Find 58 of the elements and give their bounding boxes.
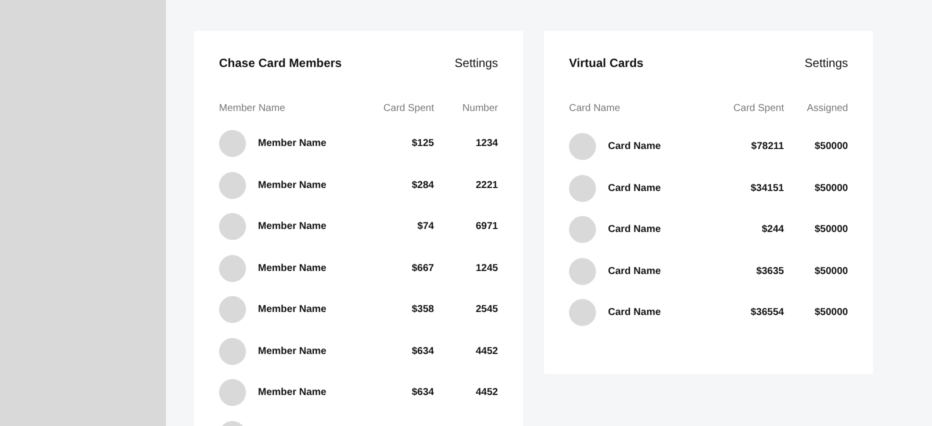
spent-cell-text: $244 bbox=[760, 223, 784, 237]
column-header: Assigned bbox=[806, 102, 848, 116]
row-name: Member Name bbox=[258, 262, 328, 276]
value-cell-text: $50000 bbox=[814, 306, 848, 320]
column-header: Card Spent bbox=[732, 102, 784, 116]
avatar bbox=[219, 254, 246, 282]
value-cell-text: $50000 bbox=[814, 182, 848, 196]
column-header: Card Spent bbox=[382, 102, 434, 116]
settings-link[interactable]: Settings bbox=[454, 54, 498, 72]
settings-link[interactable]: Settings bbox=[804, 54, 848, 72]
row-name: Member Name bbox=[258, 220, 328, 234]
avatar bbox=[569, 174, 596, 202]
avatar bbox=[569, 216, 596, 243]
value-cell-text: 2545 bbox=[474, 303, 498, 317]
avatar bbox=[219, 213, 246, 240]
panel-title: Virtual Cards bbox=[569, 55, 644, 72]
avatar bbox=[219, 130, 246, 157]
spent-cell-text: $74 bbox=[416, 220, 434, 234]
row-name: Member Name bbox=[258, 386, 328, 400]
value-cell-text: 6971 bbox=[474, 220, 498, 234]
value-cell-text: $50000 bbox=[814, 264, 848, 278]
spent-cell-text: $34151 bbox=[750, 182, 784, 196]
spent-cell-text: $667 bbox=[410, 262, 434, 276]
row-name: Member Name bbox=[258, 178, 328, 192]
value-cell-text: 4452 bbox=[474, 386, 498, 400]
avatar bbox=[569, 258, 596, 284]
spent-cell-text: $78211 bbox=[750, 140, 784, 154]
spent-cell-text: $36554 bbox=[750, 306, 784, 320]
row-name: Card Name bbox=[608, 223, 662, 237]
value-cell-text: $50000 bbox=[814, 140, 848, 154]
avatar bbox=[569, 133, 596, 160]
panel-title: Chase Card Members bbox=[219, 55, 342, 72]
avatar bbox=[219, 172, 246, 198]
spent-cell-text: $634 bbox=[410, 386, 434, 400]
value-cell-text: $50000 bbox=[814, 223, 848, 237]
spent-cell-text: $634 bbox=[410, 344, 434, 358]
spent-cell-text: $125 bbox=[410, 137, 434, 151]
value-cell-text: 2221 bbox=[474, 178, 498, 192]
value-cell-text: 4452 bbox=[474, 344, 498, 358]
spent-cell-text: $358 bbox=[410, 303, 434, 317]
value-cell-text: 1234 bbox=[474, 137, 498, 151]
column-header: Card Name bbox=[569, 102, 622, 116]
column-header: Number bbox=[461, 102, 498, 116]
value-cell-text: 1245 bbox=[474, 262, 498, 276]
row-name: Card Name bbox=[608, 264, 662, 278]
row-name: Member Name bbox=[258, 137, 328, 151]
spent-cell-text: $284 bbox=[410, 178, 434, 192]
row-name: Card Name bbox=[608, 140, 662, 154]
avatar bbox=[569, 299, 596, 326]
avatar bbox=[219, 296, 246, 323]
avatar bbox=[219, 379, 246, 406]
avatar bbox=[219, 338, 246, 364]
row-name: Member Name bbox=[258, 344, 328, 358]
row-name: Member Name bbox=[258, 303, 328, 317]
spent-cell-text: $3635 bbox=[755, 264, 784, 278]
row-name: Card Name bbox=[608, 182, 662, 196]
column-header: Member Name bbox=[219, 102, 286, 116]
row-name: Card Name bbox=[608, 306, 662, 320]
